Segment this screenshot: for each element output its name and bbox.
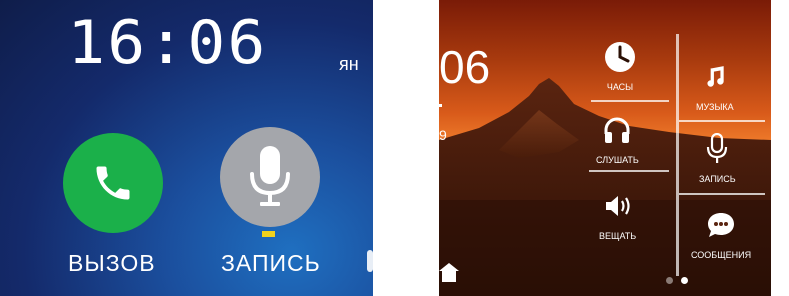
menu-item-label: СООБЩЕНИЯ [691,250,752,260]
menu-item-label: ВЕЩАТЬ [599,231,637,241]
page-indicator [666,277,688,284]
intercom-main-screen: 16:06 ян ВЫЗОВ ЗАПИСЬ [0,0,373,296]
microphone-icon [707,133,728,163]
next-item-edge [367,250,373,272]
focus-indicator [262,231,275,237]
intercom-menu-screen: 06 9 ЧАСЫ МУЗЫКА СЛУШАТЬ ЗАПИСЬ ВЕЩАТЬ С… [439,0,771,296]
call-button[interactable] [63,133,163,233]
music-note-icon [707,66,724,87]
menu-item-label: ЧАСЫ [606,82,634,92]
date-display: ян [339,54,359,74]
menu-item-music[interactable]: МУЗЫКА [696,60,734,112]
menu-item-label: СЛУШАТЬ [596,155,639,165]
menu-divider [591,100,669,102]
menu-divider [676,34,679,276]
menu-item-record[interactable]: ЗАПИСЬ [699,132,736,184]
home-icon[interactable] [439,262,459,284]
date-display: 9 [439,127,447,143]
page-dot-active[interactable] [681,277,688,284]
chat-bubble-icon [708,213,735,237]
clock-display: 06 [439,41,491,93]
menu-item-listen[interactable]: СЛУШАТЬ [596,113,639,165]
clock-icon [605,42,635,72]
record-button[interactable] [220,127,320,227]
microphone-icon [250,146,290,206]
menu-divider [679,120,765,122]
menu-item-clock[interactable]: ЧАСЫ [603,40,637,92]
clock-separator [439,104,442,107]
menu-divider [589,170,669,172]
menu-item-messages[interactable]: СООБЩЕНИЯ [691,208,751,260]
menu-item-broadcast[interactable]: ВЕЩАТЬ [599,189,636,241]
menu-item-label: МУЗЫКА [696,102,734,112]
phone-icon [96,166,130,200]
speaker-icon [605,196,630,216]
headphones-icon [604,117,630,143]
menu-item-label: ЗАПИСЬ [699,174,736,184]
page-dot[interactable] [666,277,673,284]
record-button-label: ЗАПИСЬ [221,250,321,276]
call-button-label: ВЫЗОВ [68,250,156,276]
clock-display: 16:06 [67,8,268,78]
menu-divider [679,193,765,195]
